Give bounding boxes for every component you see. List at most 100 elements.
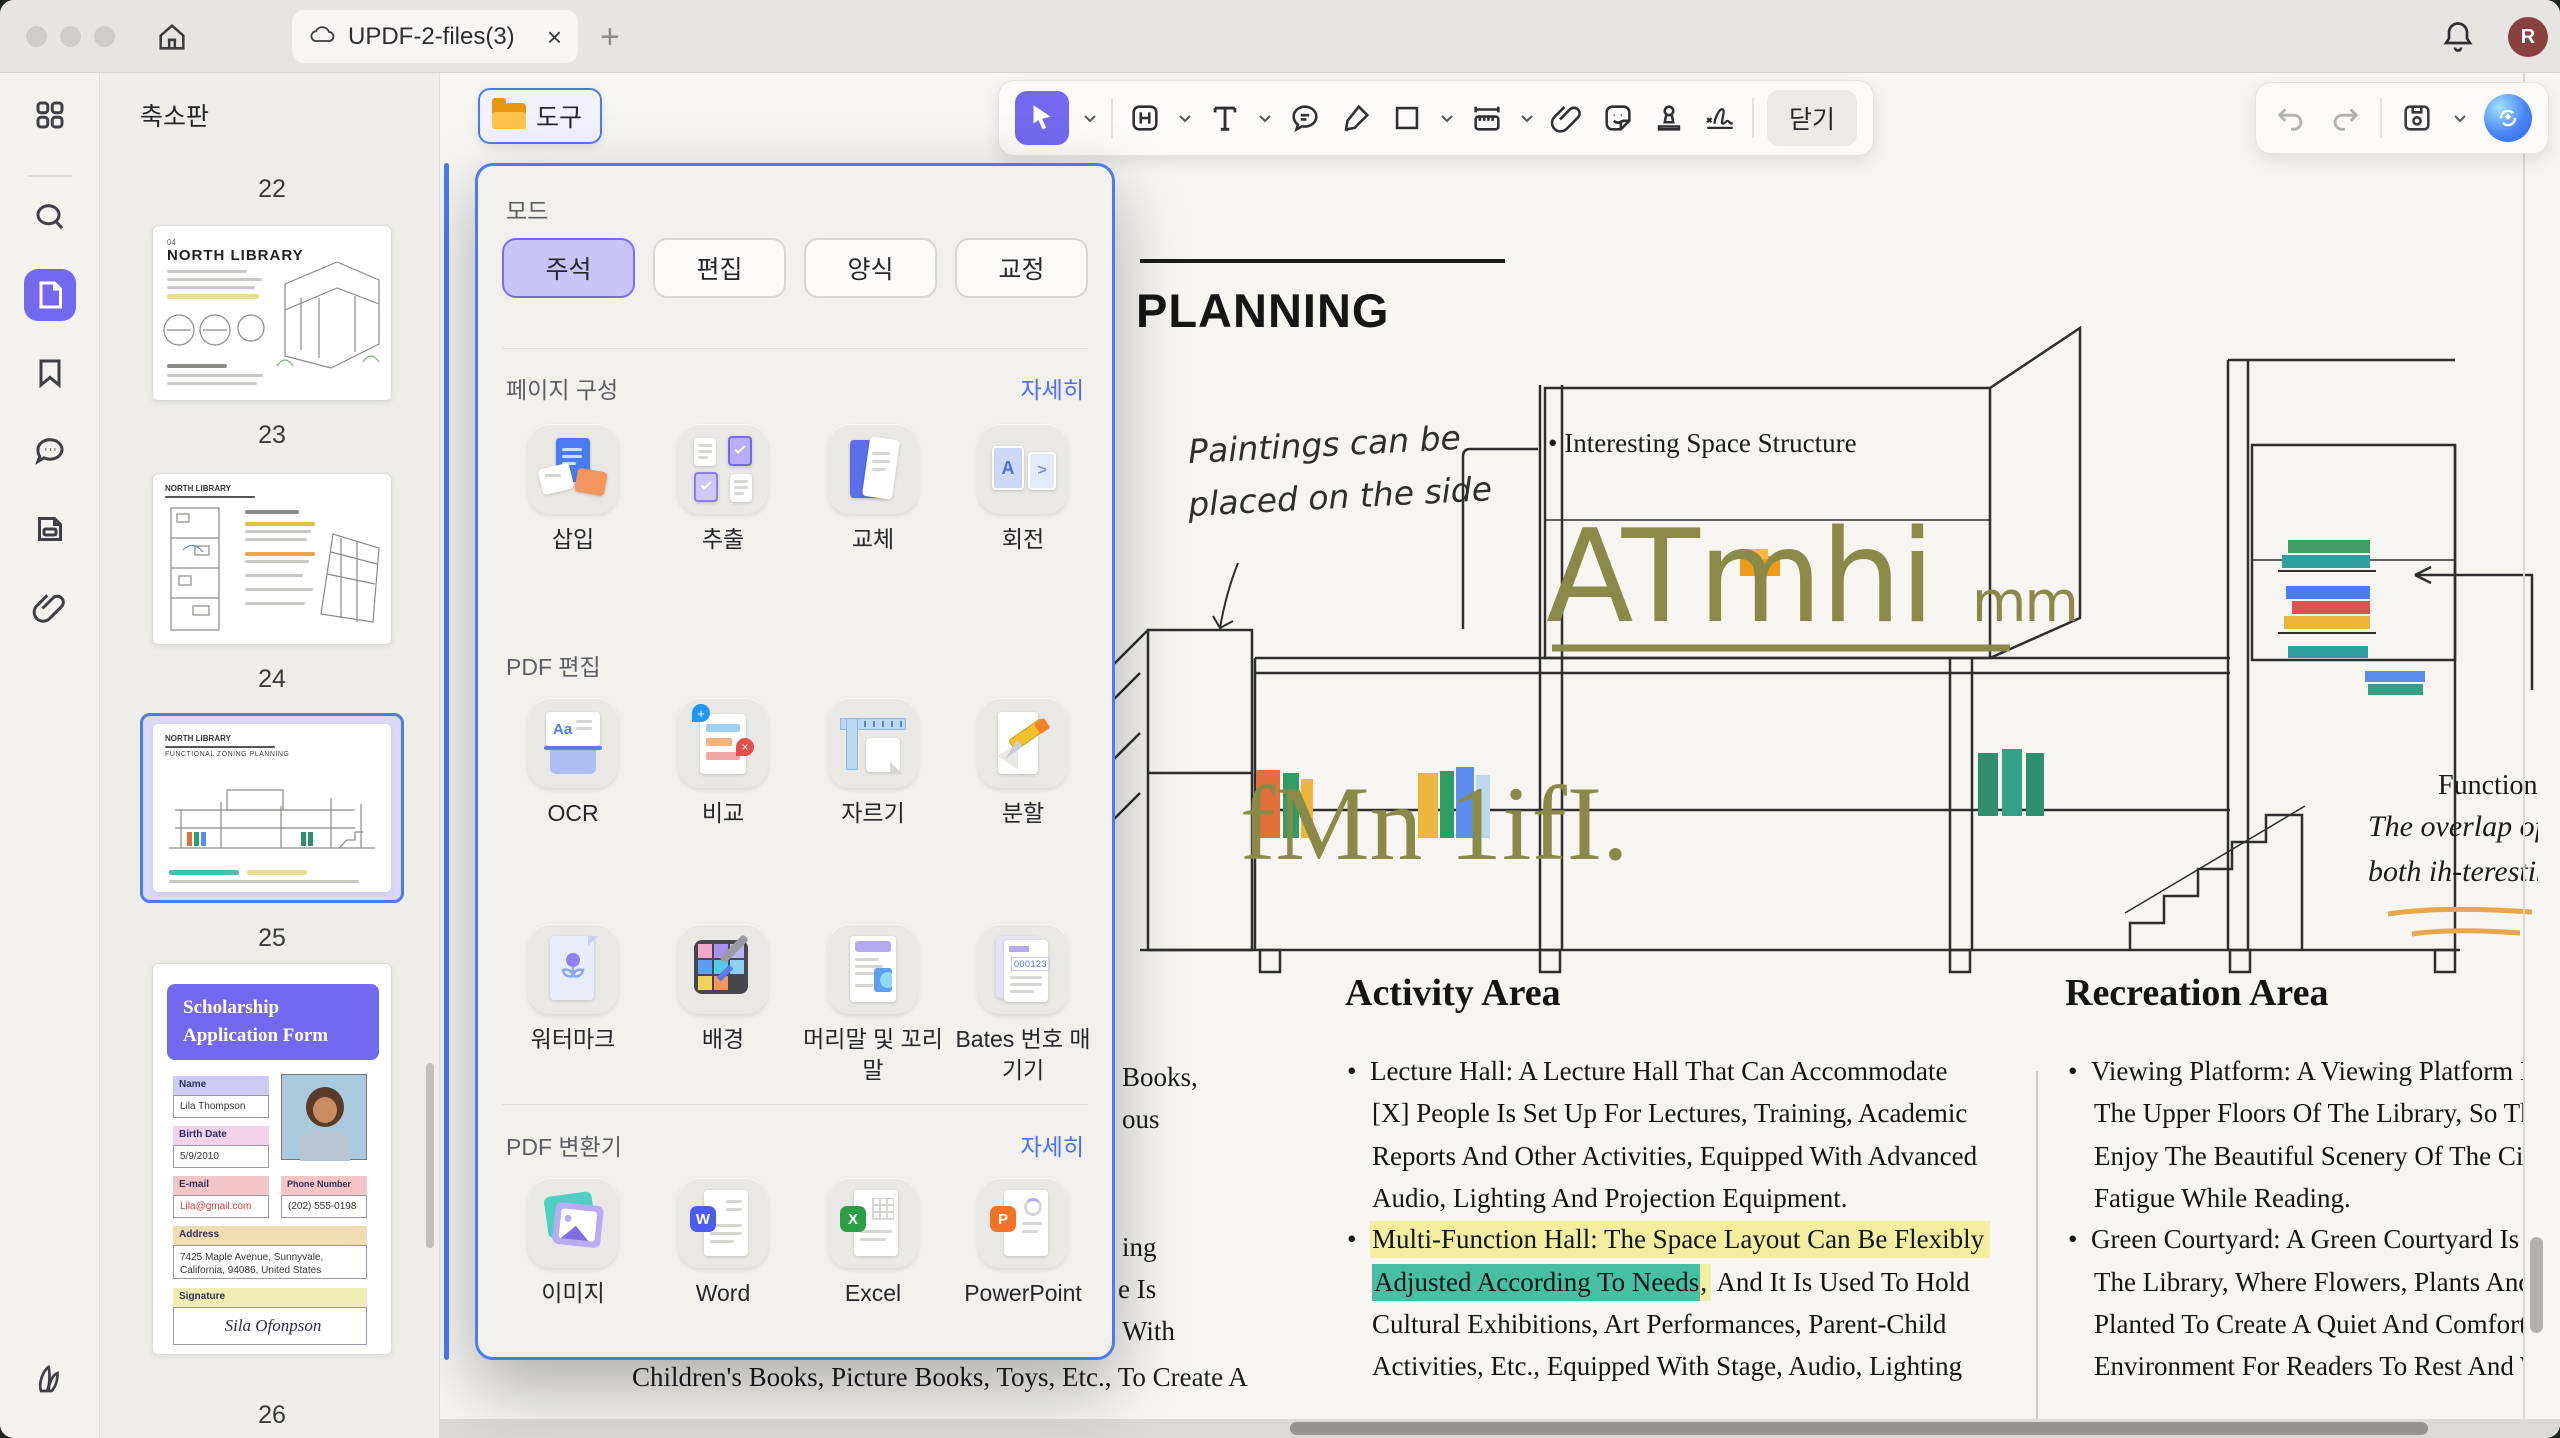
- highlight-tool[interactable]: [1126, 99, 1164, 137]
- measure-tool[interactable]: [1468, 99, 1506, 137]
- thumbnail-panel-title: 축소판: [140, 97, 209, 133]
- heading-rule: [1140, 259, 1505, 263]
- tool-to-word[interactable]: W Word: [648, 1178, 798, 1309]
- mode-tab-edit[interactable]: 편집: [653, 238, 786, 298]
- select-tool-chevron[interactable]: [1082, 110, 1098, 126]
- thumb24-title: NORTH LIBRARY: [165, 484, 231, 493]
- snapshot-icon[interactable]: [24, 503, 76, 555]
- form-title: ScholarshipApplication Form: [167, 984, 379, 1060]
- thumbnail-page-24[interactable]: NORTH LIBRARY: [152, 473, 392, 645]
- tool-ocr[interactable]: Aa OCR: [498, 698, 648, 829]
- page-organize-more-link[interactable]: 자세히: [1021, 371, 1084, 405]
- shape-tool-chevron[interactable]: [1439, 110, 1455, 126]
- tool-to-image[interactable]: 이미지: [498, 1178, 648, 1309]
- tool-crop[interactable]: 자르기: [798, 698, 948, 829]
- thumbnail-page-26[interactable]: ScholarshipApplication Form Name Lila Th…: [152, 963, 392, 1355]
- tool-extract[interactable]: 추출: [648, 424, 798, 555]
- form-phone-value: (202) 555-0198: [281, 1195, 367, 1218]
- yellow-highlight: Multi-Function Hall: The Space Layout Ca…: [1370, 1221, 1990, 1258]
- callout-text: • Interesting Space Structure: [1548, 428, 1857, 459]
- titlebar: UPDF-2-files(3) × + R: [0, 0, 2560, 73]
- mode-tab-form[interactable]: 양식: [804, 238, 937, 298]
- tool-insert[interactable]: 삽입: [498, 424, 648, 555]
- new-tab-button[interactable]: +: [600, 18, 620, 57]
- thumbnail-scrollbar[interactable]: [426, 1063, 434, 1248]
- page-number-26: 26: [152, 1401, 392, 1430]
- search-icon[interactable]: [24, 191, 76, 243]
- notification-bell-icon[interactable]: [2440, 19, 2476, 55]
- pencil-tool[interactable]: [1337, 99, 1375, 137]
- comment-tool[interactable]: [1286, 99, 1324, 137]
- overlay-text-fmn[interactable]: fMn 1ifI.: [1240, 763, 1629, 885]
- overlay-text-atmhi[interactable]: ATmhi mm: [1546, 503, 2077, 652]
- thumb25-title: NORTH LIBRARY: [165, 734, 231, 743]
- thumbnail-page-23[interactable]: 04 NORTH LIBRARY: [152, 225, 392, 401]
- thumbnail-page-25-selected[interactable]: NORTH LIBRARY FUNCTIONAL ZONING PLANNING: [140, 713, 404, 903]
- teal-highlight: Adjusted According To Needs: [1372, 1264, 1700, 1301]
- text-tool-chevron[interactable]: [1257, 110, 1273, 126]
- bates-numbering-icon: 000123: [978, 924, 1068, 1014]
- tool-header-footer[interactable]: 머리말 및 꼬리말: [798, 924, 948, 1086]
- stamp-tool[interactable]: [1650, 99, 1688, 137]
- tool-to-excel[interactable]: X Excel: [798, 1178, 948, 1309]
- measure-tool-chevron[interactable]: [1519, 110, 1535, 126]
- pdf-converter-more-link[interactable]: 자세히: [1021, 1128, 1084, 1162]
- attachments-icon[interactable]: [24, 581, 76, 633]
- panel-divider: [502, 1104, 1088, 1105]
- mode-tab-proofread[interactable]: 교정: [955, 238, 1088, 298]
- clipped-fragment: Books,: [1122, 1062, 1198, 1093]
- window-close-button[interactable]: [26, 26, 47, 47]
- ai-assistant-button[interactable]: [2484, 94, 2532, 142]
- to-excel-icon: X: [828, 1178, 918, 1268]
- tool-to-powerpoint[interactable]: P PowerPoint: [948, 1178, 1098, 1309]
- tool-compare[interactable]: + × 비교: [648, 698, 798, 829]
- undo-icon[interactable]: [2272, 99, 2310, 137]
- save-icon[interactable]: [2398, 99, 2436, 137]
- bottom-text-line: Children's Books, Picture Books, Toys, E…: [632, 1362, 1248, 1393]
- tool-background[interactable]: 배경: [648, 924, 798, 1086]
- attach-tool[interactable]: [1548, 99, 1586, 137]
- sidebar-divider: [28, 175, 72, 177]
- section-pdf-edit-title: PDF 편집: [506, 648, 601, 682]
- tool-split[interactable]: 분할: [948, 698, 1098, 829]
- highlight-tool-chevron[interactable]: [1177, 110, 1193, 126]
- thumb23-tag: 04: [167, 238, 176, 247]
- window-zoom-button[interactable]: [94, 26, 115, 47]
- signature-tool[interactable]: [1701, 99, 1739, 137]
- vertical-scrollbar-thumb[interactable]: [2530, 1237, 2543, 1333]
- home-icon[interactable]: [155, 20, 189, 54]
- page-number-22: 22: [152, 175, 392, 204]
- select-tool[interactable]: [1015, 91, 1069, 145]
- tools-button[interactable]: 도구: [478, 88, 602, 144]
- mode-tab-annotate[interactable]: 주석: [502, 238, 635, 298]
- insert-pages-icon: [528, 424, 618, 514]
- avatar[interactable]: R: [2508, 17, 2548, 57]
- thumb24-floorplan: [163, 504, 233, 636]
- tool-watermark[interactable]: 워터마크: [498, 924, 648, 1086]
- close-tab-icon[interactable]: ×: [547, 24, 562, 50]
- apps-grid-icon[interactable]: [24, 89, 76, 141]
- close-annotation-button[interactable]: 닫기: [1767, 90, 1857, 146]
- shape-tool[interactable]: [1388, 99, 1426, 137]
- tool-replace[interactable]: 교체: [798, 424, 948, 555]
- ink-swatch-icon[interactable]: [24, 1353, 76, 1405]
- thumbnails-icon[interactable]: [24, 269, 76, 321]
- activity-bullet2-line1: • Multi-Function Hall: The Space Layout …: [1347, 1224, 1990, 1255]
- to-word-icon: W: [678, 1178, 768, 1268]
- column-divider: [2036, 1071, 2038, 1438]
- comments-icon[interactable]: [24, 425, 76, 477]
- bookmark-icon[interactable]: [24, 347, 76, 399]
- page-title: PLANNING: [1136, 283, 1389, 338]
- history-save-toolbar: [2255, 82, 2549, 154]
- text-tool[interactable]: [1206, 99, 1244, 137]
- redo-icon[interactable]: [2326, 99, 2364, 137]
- tool-rotate[interactable]: A > 회전: [948, 424, 1098, 555]
- sticker-tool[interactable]: [1599, 99, 1637, 137]
- tool-bates[interactable]: 000123 Bates 번호 매기기: [948, 924, 1098, 1086]
- recreation-bullet2-line4: Environment For Readers To Rest And Wal: [2094, 1351, 2524, 1382]
- activity-bullet1-line1: • Lecture Hall: A Lecture Hall That Can …: [1347, 1056, 1948, 1087]
- horizontal-scrollbar-thumb[interactable]: [1290, 1422, 2428, 1435]
- save-chevron[interactable]: [2452, 110, 2468, 126]
- window-minimize-button[interactable]: [60, 26, 81, 47]
- document-tab[interactable]: UPDF-2-files(3) ×: [292, 10, 578, 63]
